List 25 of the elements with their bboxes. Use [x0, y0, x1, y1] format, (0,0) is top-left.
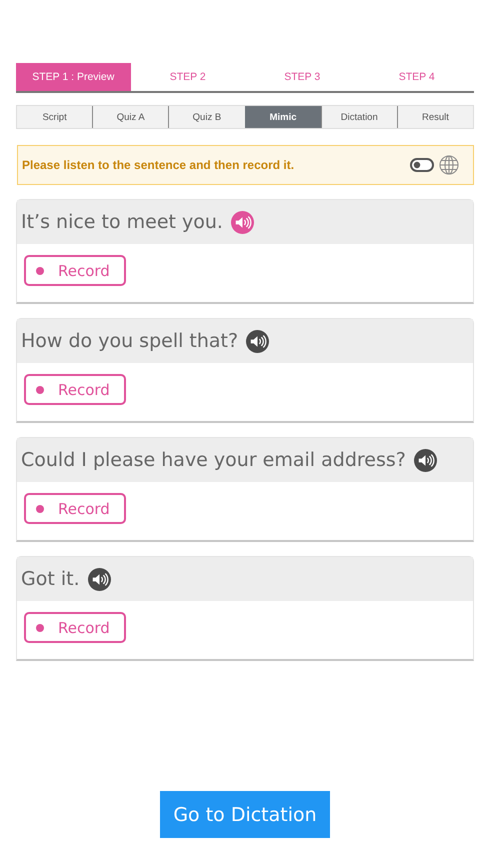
toggle-switch[interactable]	[410, 158, 434, 172]
next-button[interactable]: Go to Dictation	[160, 791, 330, 838]
section-tab[interactable]: Result	[396, 106, 474, 128]
record-button[interactable]: Record	[24, 493, 126, 524]
section-tab[interactable]: Mimic	[244, 106, 321, 128]
sentence-text: Got it.	[21, 568, 80, 590]
sentence-text: Could I please have your email address?	[21, 449, 406, 471]
speaker-icon[interactable]	[414, 448, 437, 472]
speaker-icon[interactable]	[88, 568, 111, 590]
step-tab[interactable]: STEP 4	[360, 63, 474, 91]
section-tab[interactable]: Quiz B	[168, 106, 245, 128]
record-button[interactable]: Record	[24, 612, 126, 643]
step-tab[interactable]: STEP 1 : Preview	[16, 63, 130, 91]
record-button[interactable]: Record	[24, 374, 126, 405]
section-tab[interactable]: Dictation	[320, 106, 397, 128]
step-tab[interactable]: STEP 2	[130, 63, 245, 91]
record-button[interactable]: Record	[24, 255, 126, 286]
sentence-text: It’s nice to meet you.	[21, 211, 223, 233]
speaker-icon[interactable]	[246, 330, 270, 352]
globe-icon[interactable]	[439, 155, 459, 175]
step-tab[interactable]: STEP 3	[245, 63, 360, 91]
section-tab[interactable]: Script	[17, 106, 92, 128]
section-tab[interactable]: Quiz A	[92, 106, 168, 128]
instruction-text: Please listen to the sentence and then record it.	[22, 158, 296, 172]
sentence-text: How do you spell that?	[21, 330, 238, 352]
